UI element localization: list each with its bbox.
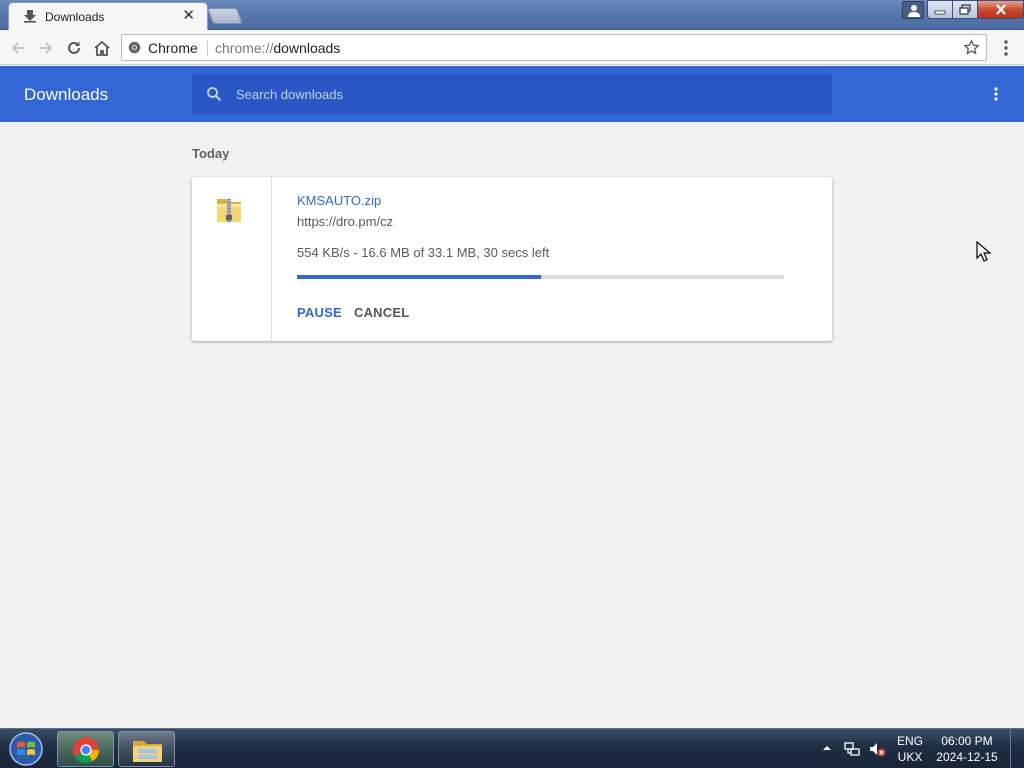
home-icon[interactable] (92, 38, 112, 58)
language-indicator[interactable]: ENG UKX (894, 733, 926, 765)
system-clock[interactable]: 06:00 PM 2024-12-15 (933, 733, 1001, 765)
new-tab-button[interactable] (207, 8, 243, 24)
download-status: 554 KB/s - 16.6 MB of 33.1 MB, 30 secs l… (297, 245, 550, 260)
tab-close-icon[interactable]: ✕ (182, 7, 195, 24)
reload-icon[interactable] (64, 38, 84, 58)
close-window-button[interactable] (978, 0, 1024, 19)
window-controls (927, 0, 1024, 19)
back-arrow-icon[interactable] (8, 38, 28, 58)
keyboard-layout: UKX (897, 750, 923, 764)
more-actions-icon[interactable] (990, 86, 1002, 102)
file-name-link[interactable]: KMSAUTO.zip (297, 193, 381, 208)
profile-button[interactable] (902, 1, 924, 19)
progress-fill (297, 275, 541, 279)
person-icon (908, 5, 920, 17)
mouse-cursor-icon (976, 241, 992, 262)
search-box[interactable] (192, 74, 832, 114)
start-button-icon[interactable] (4, 730, 48, 768)
clock-time: 06:00 PM (941, 734, 993, 748)
address-bar[interactable]: Chrome chrome://downloads (121, 34, 987, 61)
url-path: downloads (273, 40, 341, 56)
language-code: ENG (896, 734, 923, 748)
forward-arrow-icon[interactable] (36, 38, 56, 58)
tab-title: Downloads (45, 10, 105, 24)
pause-button[interactable]: PAUSE (297, 305, 342, 320)
cancel-button[interactable]: CANCEL (354, 305, 409, 320)
minimize-button[interactable] (927, 0, 953, 19)
taskbar: ENG UKX 06:00 PM 2024-12-15 (0, 728, 1024, 768)
download-item: KMSAUTO.zip https://dro.pm/cz 554 KB/s -… (192, 177, 832, 341)
download-icon (24, 10, 36, 23)
url-scheme: chrome:// (215, 40, 274, 56)
restore-button[interactable] (953, 0, 978, 19)
chrome-icon (73, 737, 100, 764)
file-explorer-icon (133, 741, 162, 762)
source-url-link[interactable]: https://dro.pm/cz (297, 214, 393, 229)
taskbar-chrome[interactable] (57, 731, 114, 767)
progress-bar (297, 275, 784, 279)
restore-icon (959, 4, 971, 15)
site-chip: Chrome (148, 40, 198, 56)
minimize-icon (934, 10, 946, 14)
clock-date: 2024-12-15 (936, 750, 998, 764)
browser-toolbar: Chrome chrome://downloads (0, 30, 1024, 65)
volume-muted-icon[interactable] (868, 740, 886, 758)
close-icon (995, 4, 1006, 15)
downloads-header: Downloads (0, 66, 1024, 122)
search-input[interactable] (236, 82, 816, 106)
chrome-page-icon (128, 41, 141, 54)
tab-downloads[interactable]: Downloads ✕ (8, 2, 208, 30)
search-icon (207, 87, 222, 102)
show-desktop-button[interactable] (1010, 729, 1024, 768)
show-hidden-icons-icon[interactable] (822, 743, 832, 753)
date-group-label: Today (192, 146, 230, 161)
window-titlebar: Downloads ✕ (0, 0, 1024, 30)
network-icon[interactable] (843, 740, 861, 758)
browser-menu-icon[interactable] (1000, 38, 1012, 58)
taskbar-file-explorer[interactable] (118, 731, 175, 767)
bookmark-star-icon[interactable] (963, 39, 980, 56)
zip-folder-icon (217, 199, 241, 222)
url-text[interactable]: chrome://downloads (215, 40, 340, 56)
page-title: Downloads (24, 85, 109, 104)
file-icon-column (192, 177, 272, 341)
chip-divider (207, 41, 208, 56)
